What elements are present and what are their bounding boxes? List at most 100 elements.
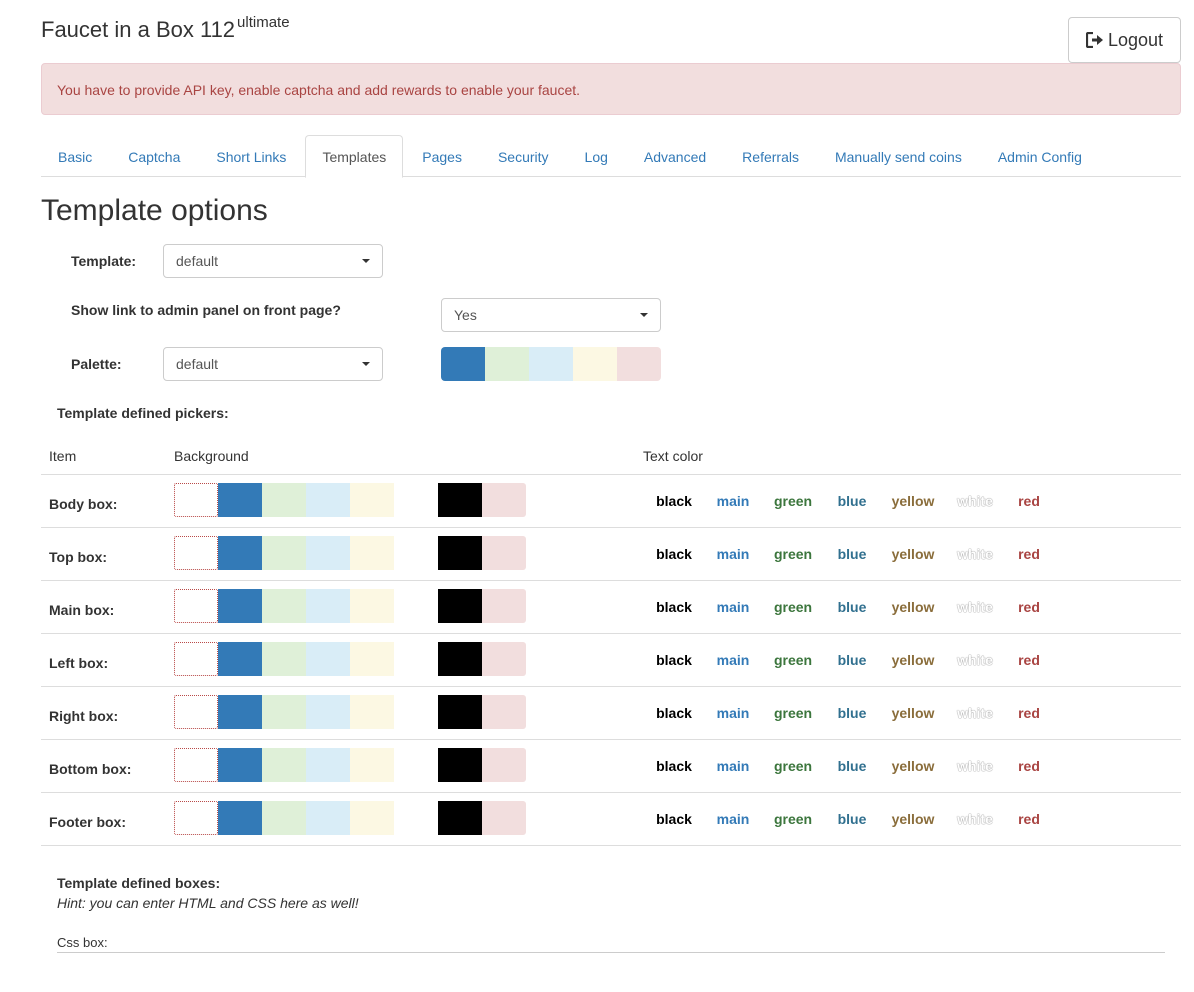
- extra-color-swatch[interactable]: [482, 589, 526, 623]
- text-color-option-white[interactable]: white: [946, 652, 1004, 668]
- background-swatch[interactable]: [262, 801, 306, 835]
- background-swatch[interactable]: [174, 801, 218, 835]
- extra-color-swatch[interactable]: [482, 801, 526, 835]
- background-swatch[interactable]: [306, 536, 350, 570]
- text-color-option-white[interactable]: white: [946, 493, 1004, 509]
- text-color-option-yellow[interactable]: yellow: [880, 811, 946, 827]
- text-color-option-red[interactable]: red: [1004, 493, 1054, 509]
- extra-color-swatch[interactable]: [482, 642, 526, 676]
- background-swatch[interactable]: [306, 748, 350, 782]
- text-color-option-white[interactable]: white: [946, 599, 1004, 615]
- background-swatch[interactable]: [174, 589, 218, 623]
- palette-select[interactable]: default: [163, 347, 383, 381]
- text-color-option-white[interactable]: white: [946, 546, 1004, 562]
- background-swatch[interactable]: [306, 483, 350, 517]
- tab-basic[interactable]: Basic: [41, 135, 109, 177]
- extra-color-swatch[interactable]: [438, 801, 482, 835]
- background-swatch[interactable]: [218, 642, 262, 676]
- text-color-option-black[interactable]: black: [644, 599, 704, 615]
- text-color-option-blue[interactable]: blue: [824, 705, 880, 721]
- tab-advanced[interactable]: Advanced: [627, 135, 723, 177]
- text-color-option-blue[interactable]: blue: [824, 599, 880, 615]
- extra-color-swatch[interactable]: [438, 589, 482, 623]
- text-color-option-red[interactable]: red: [1004, 599, 1054, 615]
- text-color-option-red[interactable]: red: [1004, 652, 1054, 668]
- extra-color-swatch[interactable]: [482, 695, 526, 729]
- background-swatch[interactable]: [174, 536, 218, 570]
- tab-log[interactable]: Log: [568, 135, 625, 177]
- extra-color-swatch[interactable]: [438, 695, 482, 729]
- extra-color-swatch[interactable]: [438, 483, 482, 517]
- background-swatch[interactable]: [262, 695, 306, 729]
- admin-link-select[interactable]: Yes: [441, 298, 661, 332]
- background-swatch[interactable]: [350, 483, 394, 517]
- template-select[interactable]: default: [163, 244, 383, 278]
- text-color-option-green[interactable]: green: [762, 705, 824, 721]
- tab-admin-config[interactable]: Admin Config: [981, 135, 1099, 177]
- text-color-option-green[interactable]: green: [762, 652, 824, 668]
- background-swatch[interactable]: [218, 536, 262, 570]
- text-color-option-main[interactable]: main: [704, 811, 762, 827]
- tab-manually-send-coins[interactable]: Manually send coins: [818, 135, 979, 177]
- text-color-option-yellow[interactable]: yellow: [880, 705, 946, 721]
- extra-color-swatch[interactable]: [482, 536, 526, 570]
- text-color-option-black[interactable]: black: [644, 652, 704, 668]
- background-swatch[interactable]: [350, 695, 394, 729]
- text-color-option-yellow[interactable]: yellow: [880, 758, 946, 774]
- text-color-option-yellow[interactable]: yellow: [880, 599, 946, 615]
- text-color-option-green[interactable]: green: [762, 758, 824, 774]
- background-swatch[interactable]: [218, 801, 262, 835]
- background-swatch[interactable]: [306, 589, 350, 623]
- css-box-textarea[interactable]: [57, 952, 1165, 992]
- background-swatch[interactable]: [306, 801, 350, 835]
- background-swatch[interactable]: [218, 695, 262, 729]
- text-color-option-green[interactable]: green: [762, 811, 824, 827]
- text-color-option-white[interactable]: white: [946, 811, 1004, 827]
- text-color-option-black[interactable]: black: [644, 705, 704, 721]
- background-swatch[interactable]: [218, 589, 262, 623]
- background-swatch[interactable]: [174, 483, 218, 517]
- text-color-option-blue[interactable]: blue: [824, 652, 880, 668]
- text-color-option-main[interactable]: main: [704, 599, 762, 615]
- background-swatch[interactable]: [174, 748, 218, 782]
- text-color-option-main[interactable]: main: [704, 705, 762, 721]
- extra-color-swatch[interactable]: [438, 748, 482, 782]
- text-color-option-blue[interactable]: blue: [824, 493, 880, 509]
- text-color-option-yellow[interactable]: yellow: [880, 493, 946, 509]
- text-color-option-white[interactable]: white: [946, 758, 1004, 774]
- background-swatch[interactable]: [262, 748, 306, 782]
- background-swatch[interactable]: [262, 642, 306, 676]
- tab-referrals[interactable]: Referrals: [725, 135, 816, 177]
- background-swatch[interactable]: [350, 748, 394, 782]
- text-color-option-black[interactable]: black: [644, 811, 704, 827]
- text-color-option-red[interactable]: red: [1004, 758, 1054, 774]
- background-swatch[interactable]: [174, 642, 218, 676]
- tab-templates[interactable]: Templates: [305, 135, 404, 178]
- background-swatch[interactable]: [306, 642, 350, 676]
- text-color-option-main[interactable]: main: [704, 652, 762, 668]
- background-swatch[interactable]: [350, 536, 394, 570]
- tab-security[interactable]: Security: [481, 135, 566, 177]
- background-swatch[interactable]: [262, 589, 306, 623]
- text-color-option-main[interactable]: main: [704, 758, 762, 774]
- text-color-option-yellow[interactable]: yellow: [880, 652, 946, 668]
- background-swatch[interactable]: [350, 801, 394, 835]
- tab-pages[interactable]: Pages: [405, 135, 479, 177]
- text-color-option-blue[interactable]: blue: [824, 758, 880, 774]
- background-swatch[interactable]: [218, 748, 262, 782]
- tab-captcha[interactable]: Captcha: [111, 135, 197, 177]
- background-swatch[interactable]: [218, 483, 262, 517]
- text-color-option-yellow[interactable]: yellow: [880, 546, 946, 562]
- text-color-option-green[interactable]: green: [762, 546, 824, 562]
- text-color-option-main[interactable]: main: [704, 546, 762, 562]
- background-swatch[interactable]: [262, 483, 306, 517]
- logout-button[interactable]: Logout: [1068, 17, 1181, 63]
- extra-color-swatch[interactable]: [482, 748, 526, 782]
- background-swatch[interactable]: [350, 642, 394, 676]
- background-swatch[interactable]: [306, 695, 350, 729]
- text-color-option-green[interactable]: green: [762, 599, 824, 615]
- text-color-option-red[interactable]: red: [1004, 546, 1054, 562]
- text-color-option-blue[interactable]: blue: [824, 811, 880, 827]
- extra-color-swatch[interactable]: [438, 536, 482, 570]
- text-color-option-white[interactable]: white: [946, 705, 1004, 721]
